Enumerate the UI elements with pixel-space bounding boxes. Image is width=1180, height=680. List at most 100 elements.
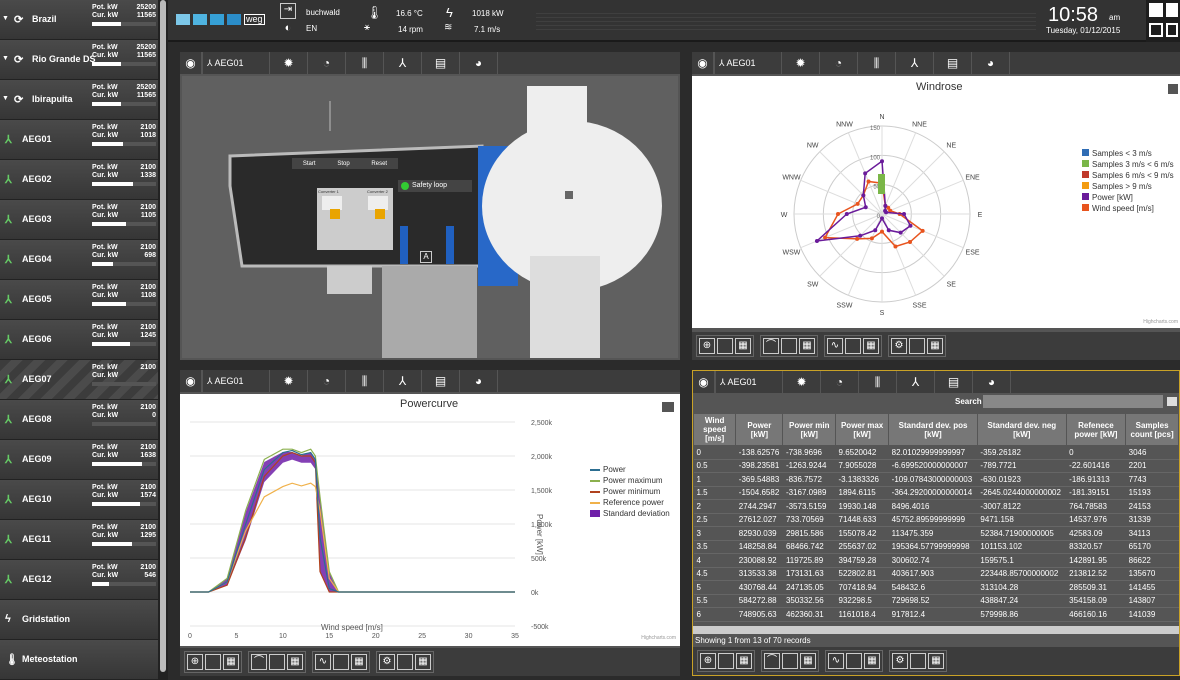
table-icon[interactable]: ▦ [736, 653, 752, 669]
column-header[interactable]: Samples count [pcs] [1125, 413, 1179, 446]
sliders-icon[interactable]: ⫼ [346, 52, 384, 74]
table-icon[interactable]: ▦ [287, 654, 303, 670]
window-icon[interactable] [205, 654, 221, 670]
table-icon[interactable]: ▦ [735, 338, 751, 354]
report-icon[interactable]: ◕ [460, 370, 498, 392]
column-header[interactable]: Wind speed [m/s] [693, 413, 737, 446]
table-row[interactable]: 4.5 313533.38 173131.63 522802.81 403617.903… [693, 567, 1179, 581]
window-icon[interactable] [269, 654, 285, 670]
table-icon[interactable]: ▦ [223, 654, 239, 670]
gears-icon[interactable]: ⚙ [379, 654, 395, 670]
sidebar-item[interactable]: ⅄ AEG06 Pot. kW 2100 Cur. kW 1245 [0, 320, 158, 360]
turbine-tab[interactable]: ⅄ AEG01 [714, 52, 782, 74]
turbine-view-icon[interactable]: ⅄ [897, 371, 935, 393]
legend-item[interactable]: Power [kW] [1082, 192, 1174, 203]
legend-item[interactable]: Reference power [590, 497, 670, 508]
column-header[interactable]: Standard dev. neg [kW] [976, 413, 1067, 446]
table-row[interactable]: 0.5 -398.23581 -1263.9244 7.9055028 -6.69952… [693, 459, 1179, 473]
table-row[interactable]: 6 748905.63 462360.31 1161018.4 917812.4 5799… [693, 607, 1179, 622]
legend-item[interactable]: Standard deviation [590, 508, 670, 519]
trend-view-icon[interactable]: ∿ [828, 653, 844, 669]
powercurve-view-icon[interactable]: ⌒ [764, 653, 780, 669]
table-icon[interactable]: ▦ [415, 654, 431, 670]
legend-item[interactable]: Samples < 3 m/s [1082, 148, 1174, 159]
pie-chart-icon[interactable]: ◔ [820, 52, 858, 74]
chevron-down-icon[interactable]: ▼ [2, 15, 9, 22]
layout-max-icon[interactable] [1166, 3, 1178, 17]
window-icon[interactable] [397, 654, 413, 670]
sidebar-item[interactable]: ⅄ AEG10 Pot. kW 2100 Cur. kW 1574 [0, 480, 158, 520]
logout-icon[interactable]: ⇥ [280, 3, 296, 19]
table-row[interactable]: 5.5 584272.88 350332.56 932298.5 729698.52 43… [693, 594, 1179, 608]
sliders-icon[interactable]: ⫼ [859, 371, 897, 393]
legend-item[interactable]: Samples > 9 m/s [1082, 181, 1174, 192]
sidebar-item[interactable]: ⅄ AEG07 Pot. kW 2100 Cur. kW [0, 360, 158, 400]
window-icon[interactable] [909, 338, 925, 354]
gears-icon[interactable]: ⚙ [891, 338, 907, 354]
powercurve-view-icon[interactable]: ⌒ [763, 338, 779, 354]
layout-single-icon[interactable] [1149, 3, 1163, 17]
windrose-view-icon[interactable]: ⊕ [699, 338, 715, 354]
reset-button[interactable]: Reset [371, 161, 387, 167]
turbine-view-icon[interactable]: ⅄ [384, 52, 422, 74]
windrose-view-icon[interactable]: ⊕ [700, 653, 716, 669]
pie-chart-icon[interactable]: ◔ [821, 371, 859, 393]
log-icon[interactable]: ▤ [422, 52, 460, 74]
window-icon[interactable] [910, 653, 926, 669]
turbine-tab[interactable]: ⅄ AEG01 [202, 52, 270, 74]
log-icon[interactable]: ▤ [934, 52, 972, 74]
pie-chart-icon[interactable]: ◔ [308, 370, 346, 392]
table-row[interactable]: 1 -369.54883 -836.7572 -3.1383326 -109.07843… [693, 472, 1179, 487]
window-icon[interactable] [333, 654, 349, 670]
table-icon[interactable]: ▦ [863, 338, 879, 354]
sidebar-item[interactable]: ⅄ AEG12 Pot. kW 2100 Cur. kW 546 [0, 560, 158, 600]
gears-icon[interactable]: ⚙ [892, 653, 908, 669]
sidebar-item[interactable]: ⅄ AEG03 Pot. kW 2100 Cur. kW 1105 [0, 200, 158, 240]
window-icon[interactable] [718, 653, 734, 669]
sidebar-group[interactable]: ▼ ⟳ Ibirapuita Pot. kW 25200 Cur. kW 11565 [0, 80, 158, 120]
column-header[interactable]: Standard dev. pos [kW] [888, 413, 978, 446]
sidebar-item[interactable]: ⅄ AEG08 Pot. kW 2100 Cur. kW 0 [0, 400, 158, 440]
column-header[interactable]: Refenece power [kW] [1065, 413, 1127, 446]
language-icon[interactable]: ◐ [280, 22, 296, 36]
table-row[interactable]: 2 2744.2947 -3573.5159 19930.148 8496.4016 -3… [693, 499, 1179, 514]
sidebar-group[interactable]: ▼ ⟳ Rio Grande DS Pot. kW 25200 Cur. kW 11565 [0, 40, 158, 80]
turbine-view-icon[interactable]: ⅄ [384, 370, 422, 392]
sidebar-item[interactable]: ⅄ AEG01 Pot. kW 2100 Cur. kW 1018 [0, 120, 158, 160]
settings-icon[interactable]: ✹ [782, 52, 820, 74]
table-row[interactable]: 2.5 27612.027 733.70569 71448.633 45752.8959… [693, 513, 1179, 527]
window-icon[interactable] [781, 338, 797, 354]
powercurve-view-icon[interactable]: ⌒ [251, 654, 267, 670]
sidebar-item[interactable]: ⅄ AEG04 Pot. kW 2100 Cur. kW 698 [0, 240, 158, 280]
refresh-icon[interactable]: ◉ [693, 371, 715, 393]
pie-chart-icon[interactable]: ◔ [308, 52, 346, 74]
table-icon[interactable]: ▦ [799, 338, 815, 354]
stop-button[interactable]: Stop [337, 161, 349, 167]
legend-item[interactable]: Wind speed [m/s] [1082, 203, 1174, 214]
chevron-down-icon[interactable]: ▼ [2, 55, 9, 62]
settings-icon[interactable]: ✹ [270, 52, 308, 74]
layout-split-icon[interactable] [1149, 23, 1163, 37]
legend-item[interactable]: Power [590, 464, 670, 475]
column-header[interactable]: Power [kW] [735, 413, 784, 446]
sliders-icon[interactable]: ⫼ [858, 52, 896, 74]
print-icon[interactable] [1168, 84, 1178, 94]
layout-grid-icon[interactable] [1166, 23, 1178, 37]
search-input[interactable] [983, 395, 1163, 408]
legend-item[interactable]: Power maximum [590, 475, 670, 486]
table-icon[interactable]: ▦ [800, 653, 816, 669]
sidebar-item[interactable]: ⅄ AEG09 Pot. kW 2100 Cur. kW 1638 [0, 440, 158, 480]
sliders-icon[interactable]: ⫼ [346, 370, 384, 392]
chevron-down-icon[interactable]: ▼ [2, 95, 9, 102]
settings-icon[interactable]: ✹ [270, 370, 308, 392]
legend-item[interactable]: Samples 3 m/s < 6 m/s [1082, 159, 1174, 170]
table-icon[interactable]: ▦ [928, 653, 944, 669]
scroll-thumb[interactable] [160, 0, 166, 672]
windrose-view-icon[interactable]: ⊕ [187, 654, 203, 670]
legend-item[interactable]: Samples 6 m/s < 9 m/s [1082, 170, 1174, 181]
report-icon[interactable]: ◕ [972, 52, 1010, 74]
log-icon[interactable]: ▤ [935, 371, 973, 393]
window-icon[interactable] [845, 338, 861, 354]
turbine-tab[interactable]: ⅄ AEG01 [715, 371, 783, 393]
report-icon[interactable]: ◕ [973, 371, 1011, 393]
